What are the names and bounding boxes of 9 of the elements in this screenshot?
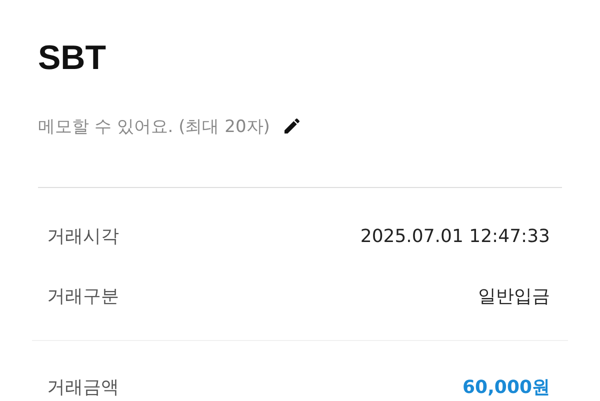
row-value: 2025.07.01 12:47:33 [360, 226, 550, 246]
pencil-icon[interactable] [282, 116, 302, 136]
amount-value: 60,000원 [462, 376, 550, 399]
memo-placeholder[interactable]: 메모할 수 있어요. (최대 20자) [38, 114, 270, 138]
row-label: 거래구분 [47, 285, 119, 308]
row-label: 거래시각 [47, 225, 119, 248]
row-value: 일반입금 [478, 285, 550, 308]
account-title: SBT [38, 38, 107, 78]
row-label: 거래금액 [47, 376, 119, 399]
